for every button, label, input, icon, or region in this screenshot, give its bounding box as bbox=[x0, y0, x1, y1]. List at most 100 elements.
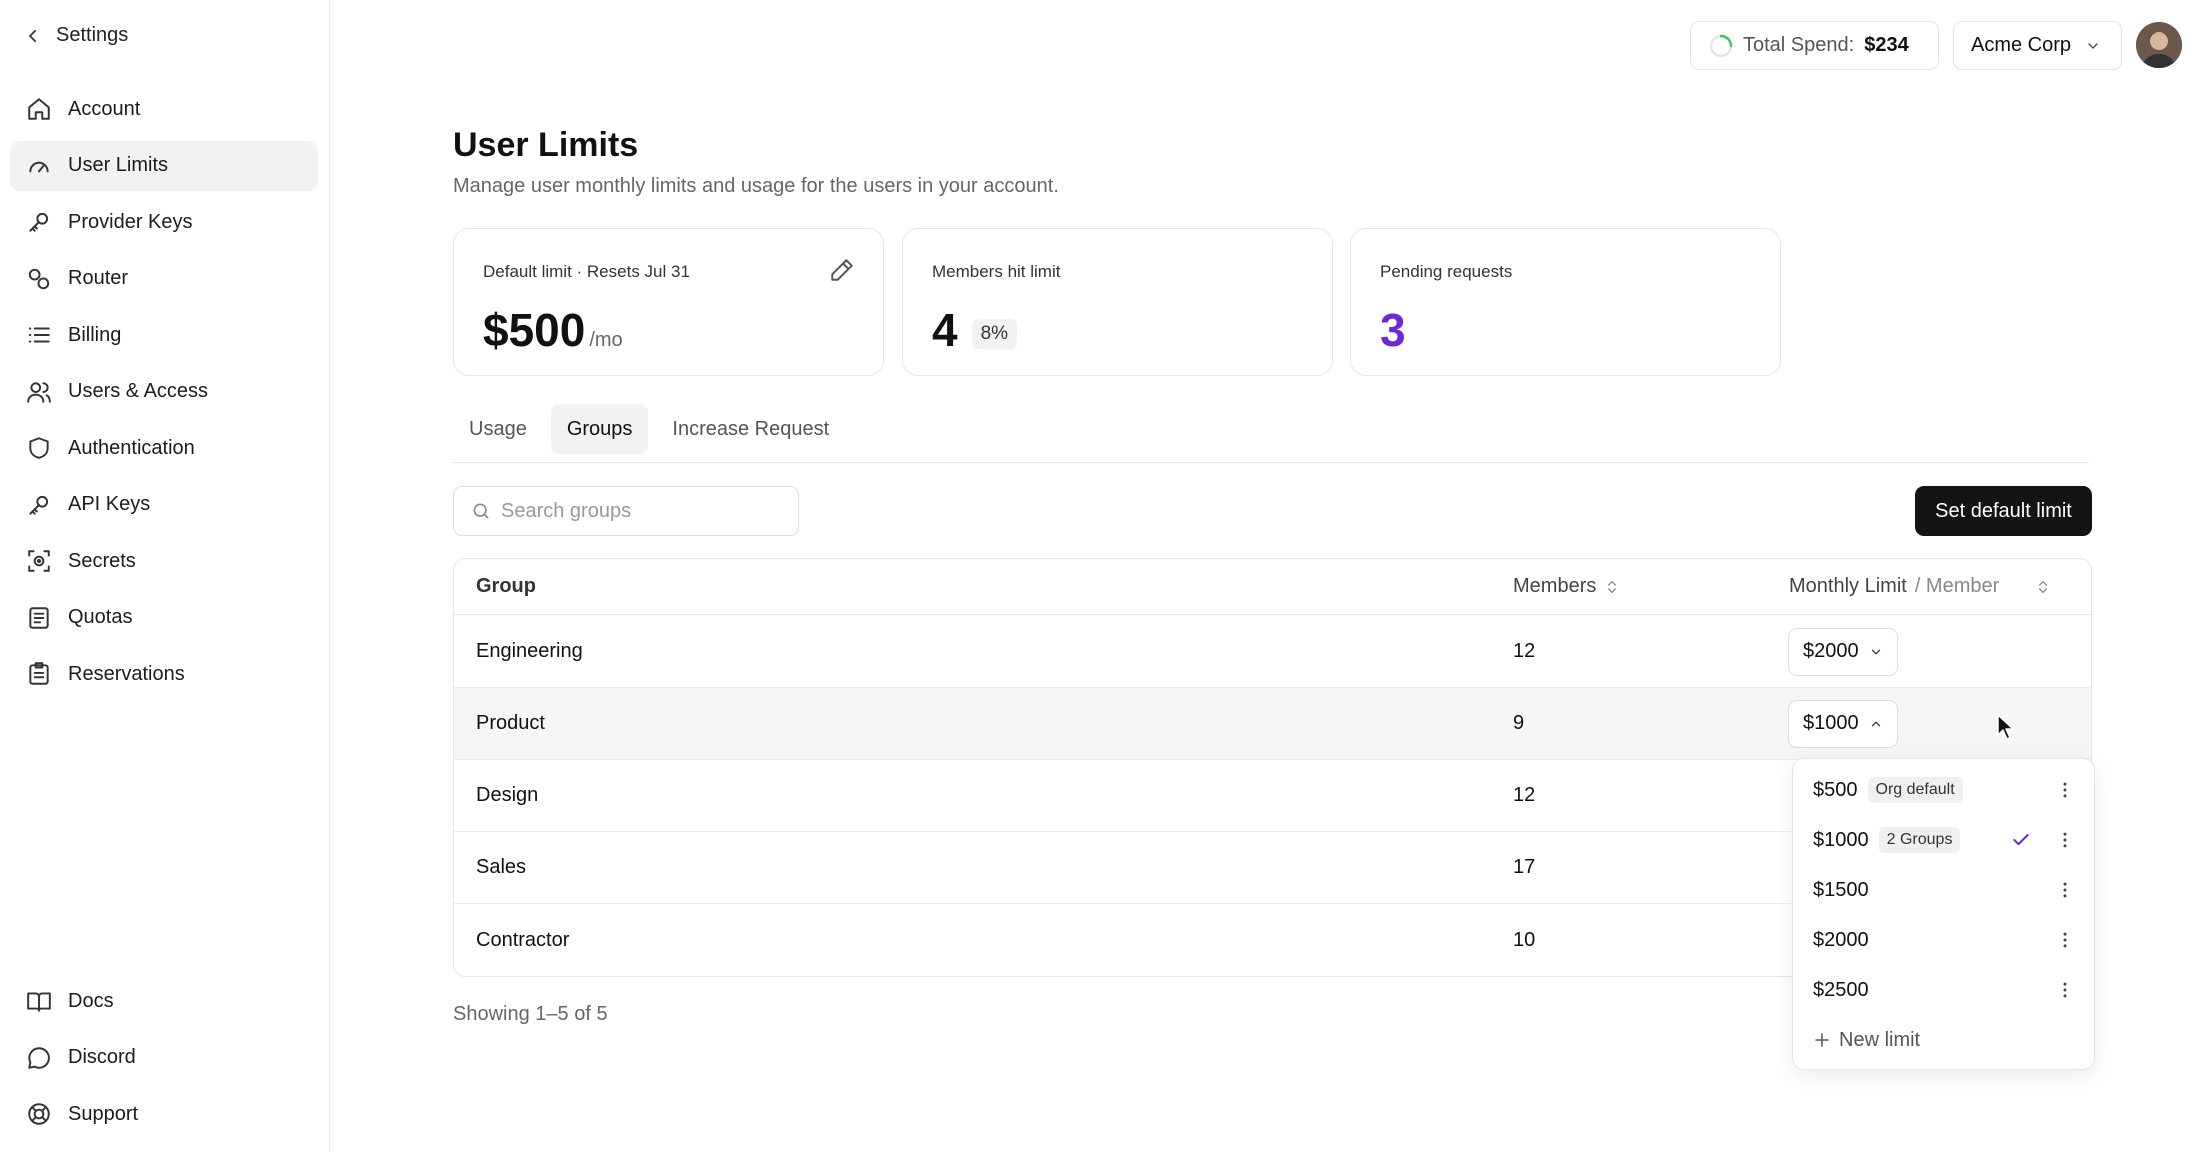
limit-option[interactable]: $2000 bbox=[1793, 915, 2094, 965]
sidebar-item-label: Users & Access bbox=[68, 380, 209, 402]
table-row[interactable]: Engineering 12 $2000 bbox=[454, 616, 2091, 688]
tabs: Usage Groups Increase Request bbox=[453, 404, 845, 454]
sidebar-item-label: Billing bbox=[68, 323, 122, 346]
group-name: Sales bbox=[476, 856, 527, 878]
org-name: Acme Corp bbox=[1971, 34, 2072, 56]
check-icon bbox=[2013, 834, 2029, 846]
limit-option[interactable]: $1000 2 Groups bbox=[1793, 815, 2094, 865]
set-default-limit-button[interactable]: Set default limit bbox=[1915, 486, 2092, 536]
sidebar-item-billing[interactable]: Billing bbox=[10, 310, 318, 360]
edit-pencil-icon[interactable] bbox=[829, 257, 855, 283]
plus-icon bbox=[1815, 1033, 1829, 1047]
avatar[interactable] bbox=[2136, 22, 2182, 68]
tab-groups[interactable]: Groups bbox=[550, 404, 649, 454]
book-icon bbox=[27, 992, 51, 1012]
sidebar-item-support[interactable]: Support bbox=[10, 1089, 318, 1139]
total-spend-pill: Total Spend: $234 bbox=[1690, 21, 1939, 70]
sidebar-item-provider-keys[interactable]: Provider Keys bbox=[10, 197, 318, 247]
sidebar-item-api-keys[interactable]: API Keys bbox=[10, 480, 318, 530]
limit-option[interactable]: $1500 bbox=[1793, 865, 2094, 915]
shield-icon bbox=[29, 437, 49, 459]
members-hit-percent-badge: 8% bbox=[971, 318, 1018, 349]
sidebar-item-docs[interactable]: Docs bbox=[10, 976, 318, 1026]
sidebar-item-label: Provider Keys bbox=[68, 210, 193, 233]
member-count: 12 bbox=[1513, 640, 1536, 662]
list-icon bbox=[28, 327, 50, 343]
sidebar-item-users-access[interactable]: Users & Access bbox=[10, 367, 318, 417]
monthly-limit-header-label: Monthly Limit bbox=[1789, 575, 1907, 597]
sidebar-item-quotas[interactable]: Quotas bbox=[10, 593, 318, 643]
more-vertical-icon[interactable] bbox=[2055, 830, 2075, 850]
default-limit-value-row: $500/mo bbox=[483, 303, 623, 357]
column-header-monthly-limit[interactable]: Monthly Limit / Member bbox=[1789, 575, 2051, 598]
sidebar-item-user-limits[interactable]: User Limits bbox=[10, 140, 318, 191]
default-limit-value: $500 bbox=[483, 304, 586, 356]
sort-icon bbox=[1608, 580, 1617, 593]
member-count: 17 bbox=[1513, 856, 1536, 878]
key-icon bbox=[29, 495, 49, 515]
page-subtitle: Manage user monthly limits and usage for… bbox=[453, 175, 1059, 197]
default-limit-card: Default limit · Resets Jul 31 $500/mo bbox=[453, 228, 884, 376]
more-vertical-icon[interactable] bbox=[2055, 780, 2075, 800]
limit-option-tag: Org default bbox=[1867, 777, 1963, 803]
sidebar-item-label: Reservations bbox=[68, 662, 185, 685]
sidebar-item-router[interactable]: Router bbox=[10, 254, 318, 304]
users-icon bbox=[27, 381, 51, 403]
sidebar-item-authentication[interactable]: Authentication bbox=[10, 423, 318, 473]
sidebar-item-reservations[interactable]: Reservations bbox=[10, 649, 318, 699]
chevron-left-icon bbox=[29, 29, 37, 42]
total-spend-amount: $234 bbox=[1864, 34, 1909, 56]
org-switcher[interactable]: Acme Corp bbox=[1953, 21, 2122, 70]
limit-dropdown-menu: $500 Org default $1000 2 Groups $1500 $2… bbox=[1792, 758, 2095, 1070]
limit-option[interactable]: $2500 bbox=[1793, 965, 2094, 1015]
members-hit-value: 4 bbox=[932, 304, 958, 356]
sidebar-item-secrets[interactable]: Secrets bbox=[10, 536, 318, 586]
limit-select[interactable]: $2000 bbox=[1788, 627, 1898, 676]
new-limit-label: New limit bbox=[1839, 1028, 1921, 1051]
mouse-cursor-icon bbox=[1997, 714, 2014, 740]
members-hit-label: Members hit limit bbox=[932, 262, 1061, 281]
sidebar-item-discord[interactable]: Discord bbox=[10, 1033, 318, 1083]
table-row[interactable]: Product 9 $1000 bbox=[454, 688, 2091, 760]
pending-requests-label: Pending requests bbox=[1380, 262, 1513, 281]
search-field[interactable] bbox=[453, 486, 799, 536]
members-hit-limit-card: Members hit limit 4 8% bbox=[902, 228, 1333, 376]
sidebar-item-label: Support bbox=[68, 1102, 139, 1125]
search-input[interactable] bbox=[501, 499, 791, 523]
sidebar-item-label: Discord bbox=[68, 1046, 136, 1068]
key-icon bbox=[29, 212, 49, 232]
back-label: Settings bbox=[56, 24, 129, 46]
gauge-icon bbox=[29, 161, 49, 172]
sidebar-item-label: Authentication bbox=[68, 436, 195, 459]
lifebuoy-icon bbox=[28, 1103, 50, 1125]
sidebar-item-account[interactable]: Account bbox=[10, 84, 318, 134]
limit-option-value: $1000 bbox=[1813, 828, 1869, 851]
group-name: Product bbox=[476, 712, 545, 734]
document-icon bbox=[29, 606, 49, 629]
limit-option-value: $2500 bbox=[1813, 978, 1869, 1001]
limit-option-value: $1500 bbox=[1813, 878, 1869, 901]
more-vertical-icon[interactable] bbox=[2055, 880, 2075, 900]
table-header: Group Members Monthly Limit / Member bbox=[454, 559, 2091, 615]
pending-requests-value: 3 bbox=[1380, 304, 1406, 356]
sidebar-item-label: Secrets bbox=[68, 549, 136, 572]
member-count: 10 bbox=[1513, 928, 1536, 951]
new-limit-button[interactable]: New limit bbox=[1793, 1015, 2094, 1065]
limit-option-tag: 2 Groups bbox=[1878, 827, 1961, 853]
members-header-label: Members bbox=[1513, 575, 1597, 597]
chevron-down-icon bbox=[1871, 649, 1880, 655]
more-vertical-icon[interactable] bbox=[2055, 930, 2075, 950]
limit-option[interactable]: $500 Org default bbox=[1793, 765, 2094, 815]
chevron-down-icon bbox=[2088, 42, 2098, 49]
limit-value: $1000 bbox=[1803, 712, 1859, 734]
router-icon bbox=[28, 268, 50, 289]
limit-select[interactable]: $1000 bbox=[1788, 699, 1898, 748]
back-to-settings-link[interactable]: Settings bbox=[24, 24, 128, 47]
more-vertical-icon[interactable] bbox=[2055, 980, 2075, 1000]
tab-usage[interactable]: Usage bbox=[453, 404, 543, 454]
column-header-members[interactable]: Members bbox=[1513, 575, 1620, 598]
sidebar-nav: Account User Limits Provider Keys Router… bbox=[10, 84, 318, 706]
tab-increase-request[interactable]: Increase Request bbox=[656, 404, 845, 454]
chat-icon bbox=[28, 1046, 50, 1069]
sidebar-bottom-nav: Docs Discord Support bbox=[10, 976, 318, 1146]
